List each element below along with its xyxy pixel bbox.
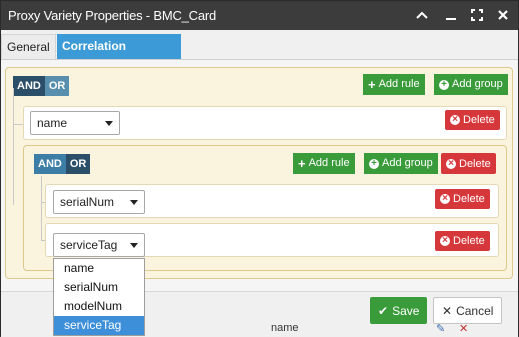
close-icon [498, 10, 508, 20]
minimize-icon [446, 18, 456, 20]
x-circle-icon: × [440, 194, 450, 204]
inner-condition-toggle: AND OR [34, 154, 91, 174]
outer-or-button[interactable]: OR [44, 76, 70, 96]
save-button[interactable]: ✔ Save [370, 297, 428, 324]
chevron-down-icon [130, 199, 138, 205]
chevron-down-icon [105, 120, 113, 126]
check-icon: ✔ [378, 303, 389, 318]
x-circle-icon: × [446, 158, 456, 169]
edit-icon: ✎ [436, 323, 446, 335]
delete-group-button[interactable]: × Delete [441, 153, 496, 174]
delete-rule-button[interactable]: × Delete [445, 110, 500, 130]
minimize-button[interactable] [441, 5, 461, 25]
plus-icon: + [298, 156, 306, 171]
plus-icon: + [368, 77, 376, 92]
dropdown-option-modelnum[interactable]: modelNum [54, 297, 144, 316]
expand-icon [471, 9, 483, 21]
field-dropdown-list: name serialNum modelNum serviceTag [53, 258, 145, 336]
plus-circle-icon: + [439, 79, 449, 90]
rule-builder: AND OR + Add rule + Add group name × Del… [1, 60, 518, 291]
background-text: name [271, 322, 299, 334]
properties-dialog: Proxy Variety Properties - BMC_Card Gene… [0, 0, 519, 337]
close-button[interactable] [493, 5, 513, 25]
field-select-servicetag[interactable]: serviceTag [53, 233, 145, 257]
tree-connector [41, 176, 42, 240]
collapse-button[interactable] [412, 5, 432, 25]
cancel-button[interactable]: ✕ Cancel [433, 297, 503, 324]
inner-add-rule-button[interactable]: + Add rule [293, 153, 355, 174]
field-select-serialnum[interactable]: serialNum [53, 190, 145, 214]
outer-add-rule-button[interactable]: + Add rule [363, 74, 425, 95]
chevron-down-icon [130, 242, 138, 248]
tab-general[interactable]: General [1, 34, 56, 59]
delete-rule-button[interactable]: × Delete [435, 231, 490, 251]
tab-bar: General Correlation Strategy [1, 34, 518, 78]
dropdown-option-name[interactable]: name [54, 259, 144, 278]
dropdown-option-serialnum[interactable]: serialNum [54, 278, 144, 297]
tab-correlation-strategy[interactable]: Correlation Strategy [57, 34, 181, 78]
delete-rule-button[interactable]: × Delete [435, 189, 490, 209]
title-bar: Proxy Variety Properties - BMC_Card [1, 1, 518, 30]
close-icon: ✕ [442, 303, 453, 318]
inner-or-button[interactable]: OR [65, 154, 91, 174]
outer-add-group-button[interactable]: + Add group [434, 74, 508, 95]
outer-rule-row: name × Delete [23, 106, 507, 140]
dropdown-option-servicetag[interactable]: serviceTag [54, 316, 144, 335]
maximize-button[interactable] [467, 5, 487, 25]
x-circle-icon: × [450, 115, 460, 125]
x-circle-icon: × [440, 236, 450, 246]
tree-connector [13, 88, 14, 205]
window-title: Proxy Variety Properties - BMC_Card [8, 8, 217, 23]
inner-rule-row: serialNum × Delete [45, 184, 499, 218]
plus-circle-icon: + [369, 158, 379, 169]
outer-and-button[interactable]: AND [13, 76, 45, 96]
close-icon: ✕ [459, 323, 469, 335]
outer-condition-toggle: AND OR [13, 76, 70, 96]
inner-rule-row: serviceTag × Delete [45, 223, 499, 257]
field-select-name[interactable]: name [30, 111, 120, 135]
inner-and-button[interactable]: AND [34, 154, 66, 174]
chevron-up-icon [416, 11, 428, 19]
inner-add-group-button[interactable]: + Add group [364, 153, 438, 174]
tree-connector [13, 124, 23, 125]
